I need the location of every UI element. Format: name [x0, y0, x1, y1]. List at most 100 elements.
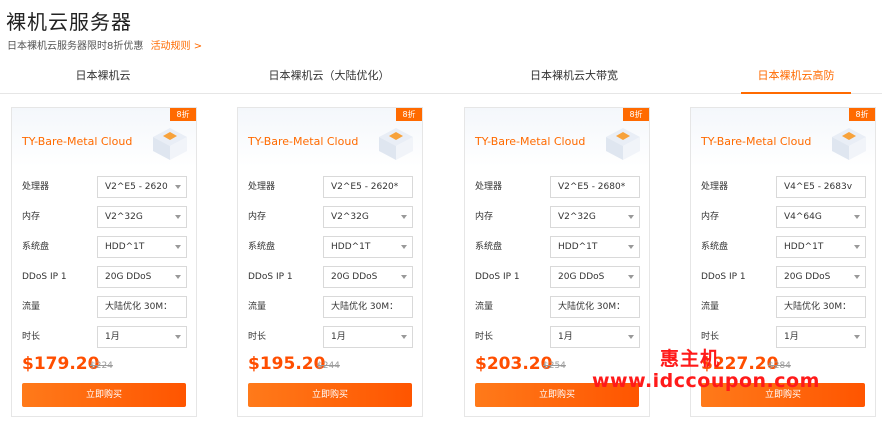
ddos-row: DDoS IP 1 20G DDoS [701, 266, 867, 288]
server-illustration-icon [379, 128, 413, 160]
buy-now-button[interactable]: 立即购买 [22, 383, 186, 407]
disk-value: HDD^1T [331, 242, 371, 252]
memory-row: 内存 V2^32G [248, 206, 414, 228]
cpu-select[interactable]: V2^E5 - 2620* [323, 176, 413, 198]
duration-select[interactable]: 1月 [97, 326, 187, 348]
activity-rules-link[interactable]: 活动规则 > [151, 41, 203, 52]
traffic-row: 流量 大陆优化 30M： [22, 296, 188, 318]
tab-japan-bare-metal-mainland[interactable]: 日本裸机云（大陆优化） [262, 62, 396, 94]
cpu-select[interactable]: V2^E5 - 2680* [550, 176, 640, 198]
disk-value: HDD^1T [558, 242, 598, 252]
cpu-label: 处理器 [248, 182, 276, 192]
ddos-select[interactable]: 20G DDoS [97, 266, 187, 288]
memory-label: 内存 [701, 212, 720, 222]
chevron-down-icon [401, 215, 407, 219]
chevron-down-icon [628, 275, 634, 279]
chevron-down-icon [175, 245, 181, 249]
memory-select[interactable]: V2^32G [97, 206, 187, 228]
traffic-label: 流量 [22, 302, 41, 312]
chevron-down-icon [854, 215, 860, 219]
ddos-select[interactable]: 20G DDoS [323, 266, 413, 288]
price: $203.20 [475, 354, 553, 374]
original-price: $224 [90, 361, 113, 371]
traffic-select[interactable]: 大陆优化 30M： [776, 296, 866, 318]
traffic-select[interactable]: 大陆优化 30M： [97, 296, 187, 318]
memory-value: V2^32G [105, 212, 143, 222]
duration-select[interactable]: 1月 [776, 326, 866, 348]
product-card: 8折 TY-Bare-Metal Cloud 处理器 V2^E5 - 2620 … [11, 107, 197, 417]
page-title: 裸机云服务器 [6, 10, 132, 34]
memory-label: 内存 [475, 212, 494, 222]
disk-value: HDD^1T [105, 242, 145, 252]
chevron-down-icon [401, 275, 407, 279]
disk-row: 系统盘 HDD^1T [701, 236, 867, 258]
cpu-row: 处理器 V4^E5 - 2683v [701, 176, 867, 198]
duration-label: 时长 [22, 332, 41, 342]
traffic-row: 流量 大陆优化 30M： [701, 296, 867, 318]
memory-select[interactable]: V4^64G [776, 206, 866, 228]
ddos-label: DDoS IP 1 [701, 272, 746, 282]
traffic-value: 大陆优化 30M： [558, 302, 626, 312]
duration-row: 时长 1月 [248, 326, 414, 348]
traffic-value: 大陆优化 30M： [105, 302, 173, 312]
ddos-select[interactable]: 20G DDoS [776, 266, 866, 288]
buy-now-button[interactable]: 立即购买 [248, 383, 412, 407]
memory-value: V2^32G [558, 212, 596, 222]
cpu-label: 处理器 [475, 182, 503, 192]
tab-japan-bare-metal[interactable]: 日本裸机云 [58, 62, 148, 94]
tab-japan-bare-metal-ddos[interactable]: 日本裸机云高防 [741, 62, 851, 94]
chevron-down-icon [175, 275, 181, 279]
discount-badge: 8折 [170, 108, 196, 121]
cpu-select[interactable]: V2^E5 - 2620 [97, 176, 187, 198]
memory-row: 内存 V4^64G [701, 206, 867, 228]
price: $179.20 [22, 354, 100, 374]
cpu-row: 处理器 V2^E5 - 2620* [248, 176, 414, 198]
chevron-down-icon [401, 245, 407, 249]
memory-value: V2^32G [331, 212, 369, 222]
tab-japan-bare-metal-bandwidth[interactable]: 日本裸机云大带宽 [522, 62, 626, 94]
memory-select[interactable]: V2^32G [323, 206, 413, 228]
chevron-down-icon [628, 245, 634, 249]
memory-row: 内存 V2^32G [475, 206, 641, 228]
card-header: 8折 TY-Bare-Metal Cloud [691, 108, 875, 167]
disk-value: HDD^1T [784, 242, 824, 252]
disk-select[interactable]: HDD^1T [550, 236, 640, 258]
memory-value: V4^64G [784, 212, 822, 222]
traffic-select[interactable]: 大陆优化 30M： [323, 296, 413, 318]
disk-select[interactable]: HDD^1T [776, 236, 866, 258]
chevron-down-icon [175, 215, 181, 219]
traffic-label: 流量 [475, 302, 494, 312]
product-card: 8折 TY-Bare-Metal Cloud 处理器 V2^E5 - 2620*… [237, 107, 423, 417]
cpu-value: V2^E5 - 2620 [105, 182, 168, 192]
duration-value: 1月 [558, 332, 573, 342]
cpu-label: 处理器 [22, 182, 50, 192]
duration-row: 时长 1月 [701, 326, 867, 348]
traffic-select[interactable]: 大陆优化 30M： [550, 296, 640, 318]
ddos-label: DDoS IP 1 [22, 272, 67, 282]
ddos-value: 20G DDoS [558, 272, 605, 282]
memory-select[interactable]: V2^32G [550, 206, 640, 228]
ddos-value: 20G DDoS [331, 272, 378, 282]
traffic-value: 大陆优化 30M： [331, 302, 399, 312]
chevron-down-icon [854, 245, 860, 249]
traffic-row: 流量 大陆优化 30M： [248, 296, 414, 318]
memory-label: 内存 [22, 212, 41, 222]
memory-label: 内存 [248, 212, 267, 222]
server-illustration-icon [606, 128, 640, 160]
duration-select[interactable]: 1月 [550, 326, 640, 348]
traffic-row: 流量 大陆优化 30M： [475, 296, 641, 318]
chevron-down-icon [175, 335, 181, 339]
product-tabs: 日本裸机云 日本裸机云（大陆优化） 日本裸机云大带宽 日本裸机云高防 [0, 62, 882, 94]
disk-select[interactable]: HDD^1T [97, 236, 187, 258]
duration-select[interactable]: 1月 [323, 326, 413, 348]
disk-select[interactable]: HDD^1T [323, 236, 413, 258]
duration-row: 时长 1月 [22, 326, 188, 348]
ddos-value: 20G DDoS [784, 272, 831, 282]
duration-row: 时长 1月 [475, 326, 641, 348]
cpu-select[interactable]: V4^E5 - 2683v [776, 176, 866, 198]
ddos-value: 20G DDoS [105, 272, 152, 282]
card-title: TY-Bare-Metal Cloud [475, 135, 586, 148]
promo-line: 日本裸机云服务器限时8折优惠 活动规则 > [7, 37, 202, 52]
ddos-select[interactable]: 20G DDoS [550, 266, 640, 288]
discount-badge: 8折 [849, 108, 875, 121]
